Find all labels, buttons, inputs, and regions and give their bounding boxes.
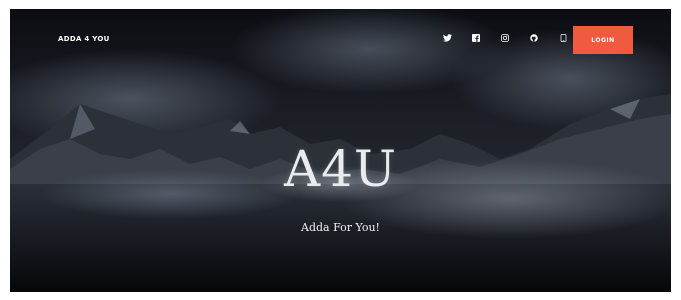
hero-section: ADDA 4 YOU LOGIN A4U Adda For You! bbox=[10, 9, 671, 292]
mobile-icon[interactable] bbox=[557, 32, 569, 44]
login-button[interactable]: LOGIN bbox=[573, 26, 633, 54]
social-links bbox=[441, 31, 586, 45]
brand-logo[interactable]: ADDA 4 YOU bbox=[58, 35, 110, 43]
hero-subtitle: Adda For You! bbox=[301, 221, 380, 234]
hero-title: A4U bbox=[283, 140, 398, 198]
twitter-icon[interactable] bbox=[441, 32, 453, 44]
github-icon[interactable] bbox=[528, 32, 540, 44]
instagram-icon[interactable] bbox=[499, 32, 511, 44]
facebook-icon[interactable] bbox=[470, 32, 482, 44]
